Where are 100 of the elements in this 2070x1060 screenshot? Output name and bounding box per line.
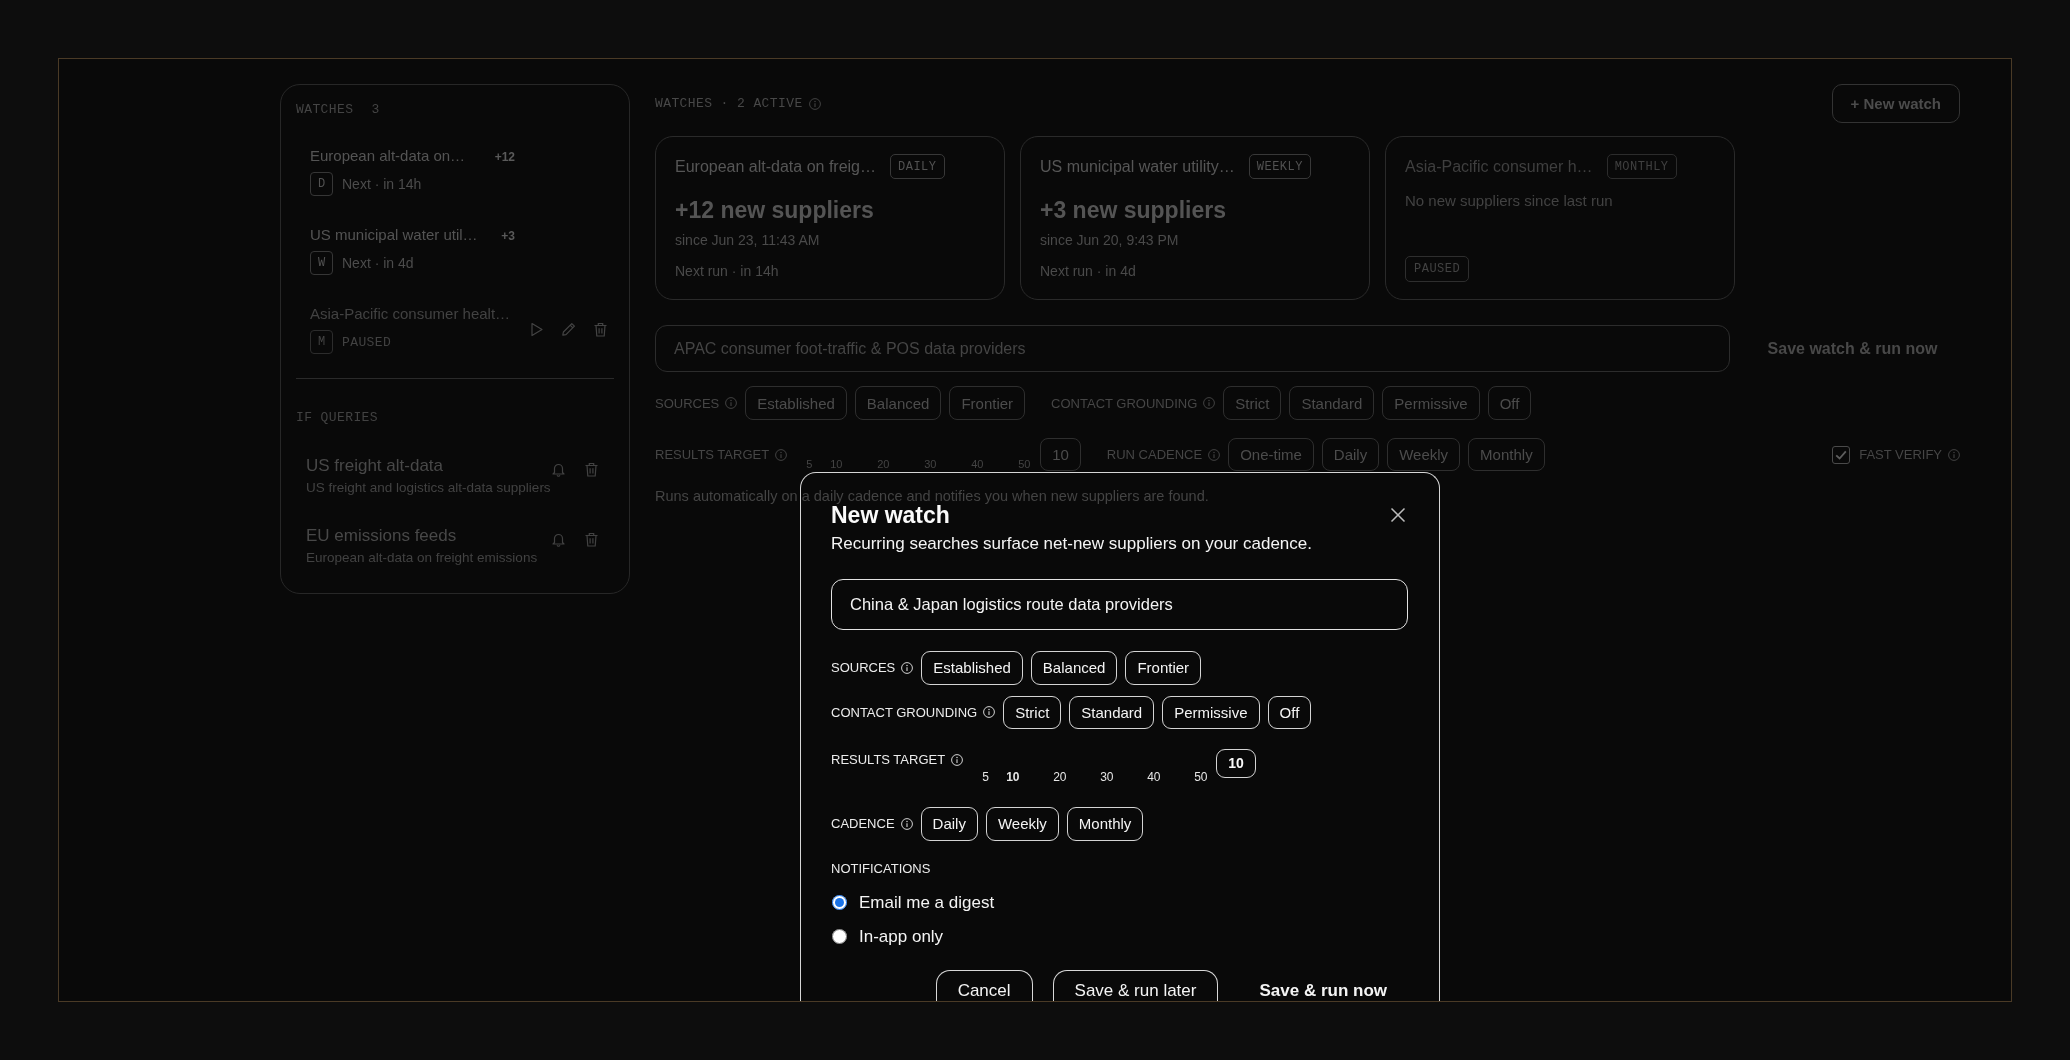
scale-tick-label: 5 <box>982 769 989 784</box>
new-count: +12 <box>494 149 515 166</box>
query-title[interactable]: EU emissions feeds <box>306 525 551 547</box>
dialog-title: New watch <box>831 502 950 527</box>
grounding-option[interactable]: Off <box>1487 386 1532 420</box>
scale-tick-label: 5 <box>806 458 813 470</box>
target-value-field[interactable]: 10 <box>1216 748 1256 778</box>
grounding-option[interactable]: Permissive <box>1162 695 1260 729</box>
field-label: CONTACT GROUNDING <box>1051 395 1198 411</box>
new-count: +3 <box>501 228 515 245</box>
cadence-note: Runs automatically on a daily cadence and notifies you when new suppliers are found. <box>655 489 1209 503</box>
next-run-text: Next run · in 4d <box>1040 262 1137 280</box>
checkbox[interactable] <box>1832 445 1851 464</box>
section-heading: WATCHES · 2 ACTIVE <box>655 96 803 111</box>
dialog-button[interactable]: Save & run later <box>1052 970 1219 1001</box>
grounding-option[interactable]: Strict <box>1003 695 1062 729</box>
new-suppliers-count: +12 new suppliers <box>675 196 875 224</box>
cadence-badge: D <box>310 172 333 196</box>
query-description: European alt-data on freight emissions <box>306 549 539 567</box>
watch-title: US municipal water util… <box>310 225 478 245</box>
scale-tick-label: 40 <box>1147 769 1161 784</box>
cadence-badge: DAILY <box>890 154 945 179</box>
query-title[interactable]: US freight alt-data <box>306 455 551 477</box>
field-label: RUN CADENCE <box>1106 447 1203 462</box>
watch-list-item[interactable]: US municipal water util… +3 W Next · in 4d <box>296 217 614 283</box>
trash-icon[interactable] <box>584 532 599 547</box>
field-label: RESULTS TARGET <box>655 447 770 462</box>
cadence-option[interactable]: Weekly <box>985 806 1059 841</box>
dialog-button[interactable]: Cancel <box>935 970 1033 1001</box>
dialog-subtitle: Recurring searches surface net-new suppliers on your cadence. <box>831 532 1313 555</box>
bell-icon[interactable] <box>551 532 566 547</box>
source-option[interactable]: Established <box>921 650 1023 685</box>
source-option[interactable]: Frontier <box>1125 650 1202 685</box>
watch-card[interactable]: European alt-data on freig… DAILY +12 new suppliers since Jun 23, 11:43 AM Next run · in 14h <box>655 136 1005 300</box>
section-heading: WATCHES <box>296 103 354 117</box>
card-summary: No new suppliers since last run <box>1405 191 1614 211</box>
field-label: NOTIFICATIONS <box>831 860 932 877</box>
cadence-option[interactable]: Weekly <box>1387 438 1461 471</box>
close-icon[interactable] <box>1390 506 1406 523</box>
source-option[interactable]: Balanced <box>1030 650 1118 685</box>
scale-tick-label: 50 <box>1018 458 1031 470</box>
cadence-badge: W <box>310 251 333 275</box>
bell-icon[interactable] <box>551 462 566 477</box>
grounding-option[interactable]: Off <box>1267 695 1312 729</box>
cadence-option[interactable]: Monthly <box>1066 806 1144 841</box>
source-option[interactable]: Frontier <box>949 386 1026 420</box>
query-description: US freight and logistics alt-data suppliers <box>306 479 552 497</box>
status-text: Next · in 4d <box>342 255 414 271</box>
source-option[interactable]: Balanced <box>854 386 942 420</box>
scale-tick-label: 50 <box>1194 769 1208 784</box>
grounding-option[interactable]: Strict <box>1223 386 1282 420</box>
scale-tick-label: 30 <box>1100 769 1114 784</box>
status-text: Next · in 14h <box>342 176 422 192</box>
play-icon[interactable] <box>529 321 544 337</box>
watch-count: 3 <box>371 103 380 117</box>
watch-card[interactable]: US municipal water utility… WEEKLY +3 new suppliers since Jun 20, 9:43 PM Next run · in 4d <box>1020 136 1370 300</box>
field-label: CONTACT GROUNDING <box>831 704 978 720</box>
since-date: since Jun 23, 11:43 AM <box>675 231 821 249</box>
status-text: PAUSED <box>342 334 392 350</box>
grounding-option[interactable]: Standard <box>1289 386 1375 420</box>
status-badge: PAUSED <box>1405 256 1470 282</box>
radio-label[interactable]: In-app only <box>859 925 944 948</box>
scale-tick-label: 40 <box>971 458 984 470</box>
new-watch-button[interactable]: + New watch <box>1831 84 1960 123</box>
watch-title: Asia-Pacific consumer healt… <box>310 304 511 324</box>
scale-tick-label: 30 <box>924 458 937 470</box>
checkbox-label[interactable]: FAST VERIFY <box>1859 447 1942 462</box>
card-title: US municipal water utility… <box>1040 157 1235 176</box>
grounding-option[interactable]: Permissive <box>1382 386 1480 420</box>
cadence-option[interactable]: One-time <box>1228 438 1314 471</box>
section-heading: IF QUERIES <box>296 411 379 425</box>
target-value-field[interactable]: 10 <box>1040 438 1081 471</box>
source-option[interactable]: Established <box>745 386 847 420</box>
cadence-option[interactable]: Monthly <box>1468 438 1545 471</box>
watch-title: European alt-data on… <box>310 146 466 166</box>
scale-tick-label: 10 <box>830 458 843 470</box>
scale-tick-label: 20 <box>877 458 890 470</box>
watch-list-item[interactable]: European alt-data on… +12 D Next · in 14h <box>296 138 614 204</box>
scale-tick-label: 10 <box>1006 769 1020 784</box>
trash-icon[interactable] <box>593 321 608 337</box>
primary-button[interactable]: Save & run now <box>1238 970 1408 1001</box>
new-suppliers-count: +3 new suppliers <box>1040 196 1227 224</box>
radio-label[interactable]: Email me a digest <box>859 891 995 914</box>
checkmark-icon <box>1835 448 1848 461</box>
grounding-option[interactable]: Standard <box>1069 695 1155 729</box>
cadence-option[interactable]: Daily <box>920 806 978 841</box>
query-input[interactable]: APAC consumer foot-traffic & POS data providers <box>655 325 1730 372</box>
trash-icon[interactable] <box>584 462 599 477</box>
pencil-icon[interactable] <box>561 321 576 337</box>
radio-button[interactable] <box>832 895 847 910</box>
scale-tick-label: 20 <box>1053 769 1067 784</box>
save-run-button[interactable]: Save watch & run now <box>1745 325 1960 372</box>
radio-button[interactable] <box>832 929 847 944</box>
field-label: SOURCES <box>831 660 896 675</box>
card-title: European alt-data on freig… <box>675 157 876 176</box>
cadence-option[interactable]: Daily <box>1321 438 1380 471</box>
cadence-badge: WEEKLY <box>1248 154 1311 179</box>
next-run-text: Next run · in 14h <box>675 262 780 280</box>
watch-list-item[interactable]: Asia-Pacific consumer healt… M PAUSED <box>296 296 614 362</box>
query-input[interactable]: China & Japan logistics route data providers <box>831 578 1408 630</box>
